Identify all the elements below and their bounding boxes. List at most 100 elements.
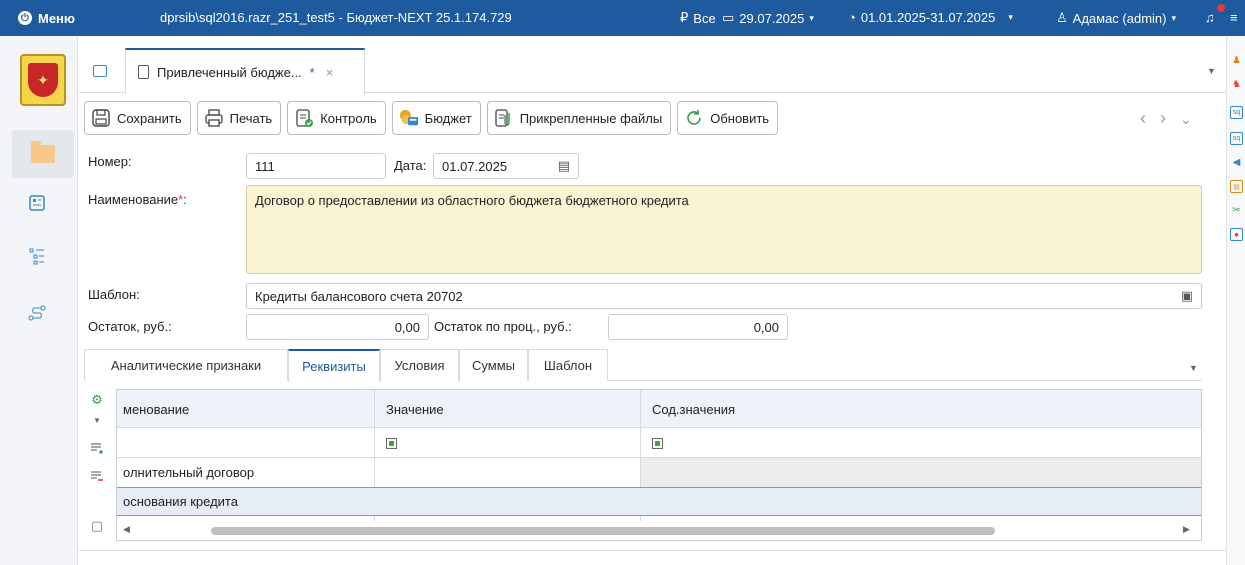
megaphone-icon[interactable]: ◀ xyxy=(1230,156,1243,169)
close-icon[interactable]: × xyxy=(326,65,334,80)
tab-analytic-attributes[interactable]: Аналитические признаки xyxy=(84,349,288,381)
save-icon xyxy=(91,108,111,128)
chevron-down-icon[interactable]: ⌄ xyxy=(1180,111,1192,129)
power-icon: ⏻ xyxy=(18,11,32,25)
print-icon xyxy=(204,108,224,128)
sidebar-item-tree[interactable] xyxy=(28,248,46,266)
number-input[interactable]: 111 xyxy=(246,153,386,179)
sidebar-item-routes[interactable] xyxy=(28,304,46,322)
control-button[interactable]: Контроль xyxy=(287,101,386,135)
toolbar: Сохранить Печать Контроль Бюджет Прикреп… xyxy=(84,101,779,135)
refresh-label: Обновить xyxy=(710,110,770,126)
number-label: Номер: xyxy=(88,154,132,169)
balance-label: Остаток, руб.: xyxy=(88,319,172,334)
budget-icon xyxy=(399,108,419,128)
folder-icon xyxy=(31,141,55,163)
print-button[interactable]: Печать xyxy=(196,101,282,135)
interest-balance-input[interactable]: 0,00 xyxy=(608,314,788,340)
chevron-down-icon[interactable]: ▼ xyxy=(1189,363,1198,373)
calendar-remove-icon[interactable]: ● xyxy=(1230,228,1243,241)
save-label: Сохранить xyxy=(117,110,182,126)
scissors-icon[interactable]: ✂ xyxy=(1230,204,1243,217)
chevron-left-icon[interactable]: ‹ xyxy=(1140,108,1146,129)
table-row[interactable]: олнительный договор xyxy=(117,458,374,487)
attachment-icon xyxy=(494,108,514,128)
right-sidebar: ♟ ♞ sq sq ◀ ▤ ✂ ● xyxy=(1226,36,1245,565)
detail-tab-strip: Аналитические признаки Реквизиты Условия… xyxy=(84,349,1202,382)
refresh-icon xyxy=(684,108,704,128)
chevron-down-icon: ▾ xyxy=(1008,12,1013,22)
save-button[interactable]: Сохранить xyxy=(84,101,191,135)
name-label-colon: : xyxy=(183,192,187,207)
report-icon[interactable]: ▤ xyxy=(1230,180,1243,193)
sql-icon[interactable]: sq xyxy=(1230,106,1243,119)
sidebar-item-forms[interactable] xyxy=(28,194,46,212)
app-title: dprsib\sql2016.razr_251_test5 - Бюджет-N… xyxy=(160,10,512,25)
notification-dot xyxy=(1217,4,1225,12)
template-value: Кредиты балансового счета 20702 xyxy=(255,288,463,304)
record-navigation: ‹ › ⌄ xyxy=(1140,108,1192,129)
panel-toggle-icon[interactable] xyxy=(93,65,107,77)
user-icon: ♙ xyxy=(1056,10,1068,25)
delete-row-icon[interactable] xyxy=(88,467,106,485)
chevron-down-icon[interactable]: ▼ xyxy=(88,411,106,429)
modified-mark: * xyxy=(309,64,315,80)
gear-icon[interactable]: ⚙ xyxy=(88,391,106,409)
date-label: 29.07.2025 xyxy=(739,10,805,26)
clock-icon: ◔ xyxy=(848,10,856,25)
sidebar-item-documents[interactable] xyxy=(12,130,74,178)
lookup-icon[interactable]: ▣ xyxy=(1181,288,1193,304)
horizontal-scrollbar[interactable]: ◀ ▶ xyxy=(117,521,1201,540)
menu-lines-icon[interactable]: ≡ xyxy=(1230,10,1238,25)
tab-attracted-budget[interactable]: Привлеченный бюдже... * × xyxy=(125,48,365,94)
budget-button[interactable]: Бюджет xyxy=(391,101,481,135)
coat-of-arms-logo: ✦ xyxy=(20,54,66,106)
column-header-value[interactable]: Значение xyxy=(380,390,640,428)
value-cell[interactable] xyxy=(380,488,640,515)
attached-files-label: Прикрепленные файлы xyxy=(519,110,663,126)
scroll-left-icon[interactable]: ◀ xyxy=(123,524,130,535)
tab-requisites[interactable]: Реквизиты xyxy=(288,349,380,382)
chevron-right-icon[interactable]: › xyxy=(1160,108,1166,129)
tab-label: Привлеченный бюдже... xyxy=(157,64,302,80)
scrollbar-thumb[interactable] xyxy=(211,527,995,535)
date-label: Дата: xyxy=(394,158,427,173)
period-selector[interactable]: ◔ 01.01.2025-31.07.2025 ▾ xyxy=(848,10,1013,25)
chevron-down-icon: ▾ xyxy=(809,12,814,23)
table-row[interactable]: основания кредита xyxy=(117,488,374,515)
template-label: Шаблон: xyxy=(88,287,140,302)
content-value-cell[interactable] xyxy=(646,488,1186,515)
add-row-icon[interactable] xyxy=(88,439,106,457)
date-input[interactable]: 01.07.2025 ▤ xyxy=(433,153,579,179)
tab-template[interactable]: Шаблон xyxy=(528,349,608,381)
sql-icon[interactable]: sq xyxy=(1230,132,1243,145)
bell-icon[interactable]: ♫ xyxy=(1205,10,1215,25)
attached-files-button[interactable]: Прикрепленные файлы xyxy=(486,101,672,135)
scroll-right-icon[interactable]: ▶ xyxy=(1183,524,1190,535)
column-header-name[interactable]: менование xyxy=(117,390,374,428)
users-icon[interactable]: ♞ xyxy=(1230,78,1243,91)
column-header-content-value[interactable]: Сод.значения xyxy=(646,390,1186,428)
user-selector[interactable]: ♙ Адамас (admin) ▾ xyxy=(1056,10,1176,26)
menu-button[interactable]: ⏻ Меню xyxy=(0,11,110,26)
template-input[interactable]: Кредиты балансового счета 20702 ▣ xyxy=(246,283,1202,309)
scope-selector[interactable]: ₽ Все xyxy=(680,10,716,26)
name-label-text: Наименование xyxy=(88,192,179,207)
name-textarea[interactable]: Договор о предоставлении из областного б… xyxy=(246,185,1202,274)
select-all-icon[interactable]: ▢ xyxy=(88,517,106,535)
tree-list-icon xyxy=(29,248,44,265)
value-cell[interactable] xyxy=(380,458,640,487)
calendar-icon: ▭ xyxy=(722,10,735,25)
name-label: Наименование*: xyxy=(88,192,187,207)
filter-checkbox[interactable] xyxy=(380,429,410,457)
person-icon[interactable]: ♟ xyxy=(1230,54,1243,67)
filter-checkbox[interactable] xyxy=(646,429,676,457)
refresh-button[interactable]: Обновить xyxy=(677,101,779,135)
tab-sums[interactable]: Суммы xyxy=(459,349,528,381)
print-label: Печать xyxy=(229,110,273,126)
tab-conditions[interactable]: Условия xyxy=(380,349,459,381)
date-selector[interactable]: ▭ 29.07.2025 ▾ xyxy=(722,10,814,26)
balance-input[interactable]: 0,00 xyxy=(246,314,429,340)
chevron-down-icon[interactable]: ▼ xyxy=(1207,66,1216,76)
calendar-icon[interactable]: ▤ xyxy=(558,158,570,174)
